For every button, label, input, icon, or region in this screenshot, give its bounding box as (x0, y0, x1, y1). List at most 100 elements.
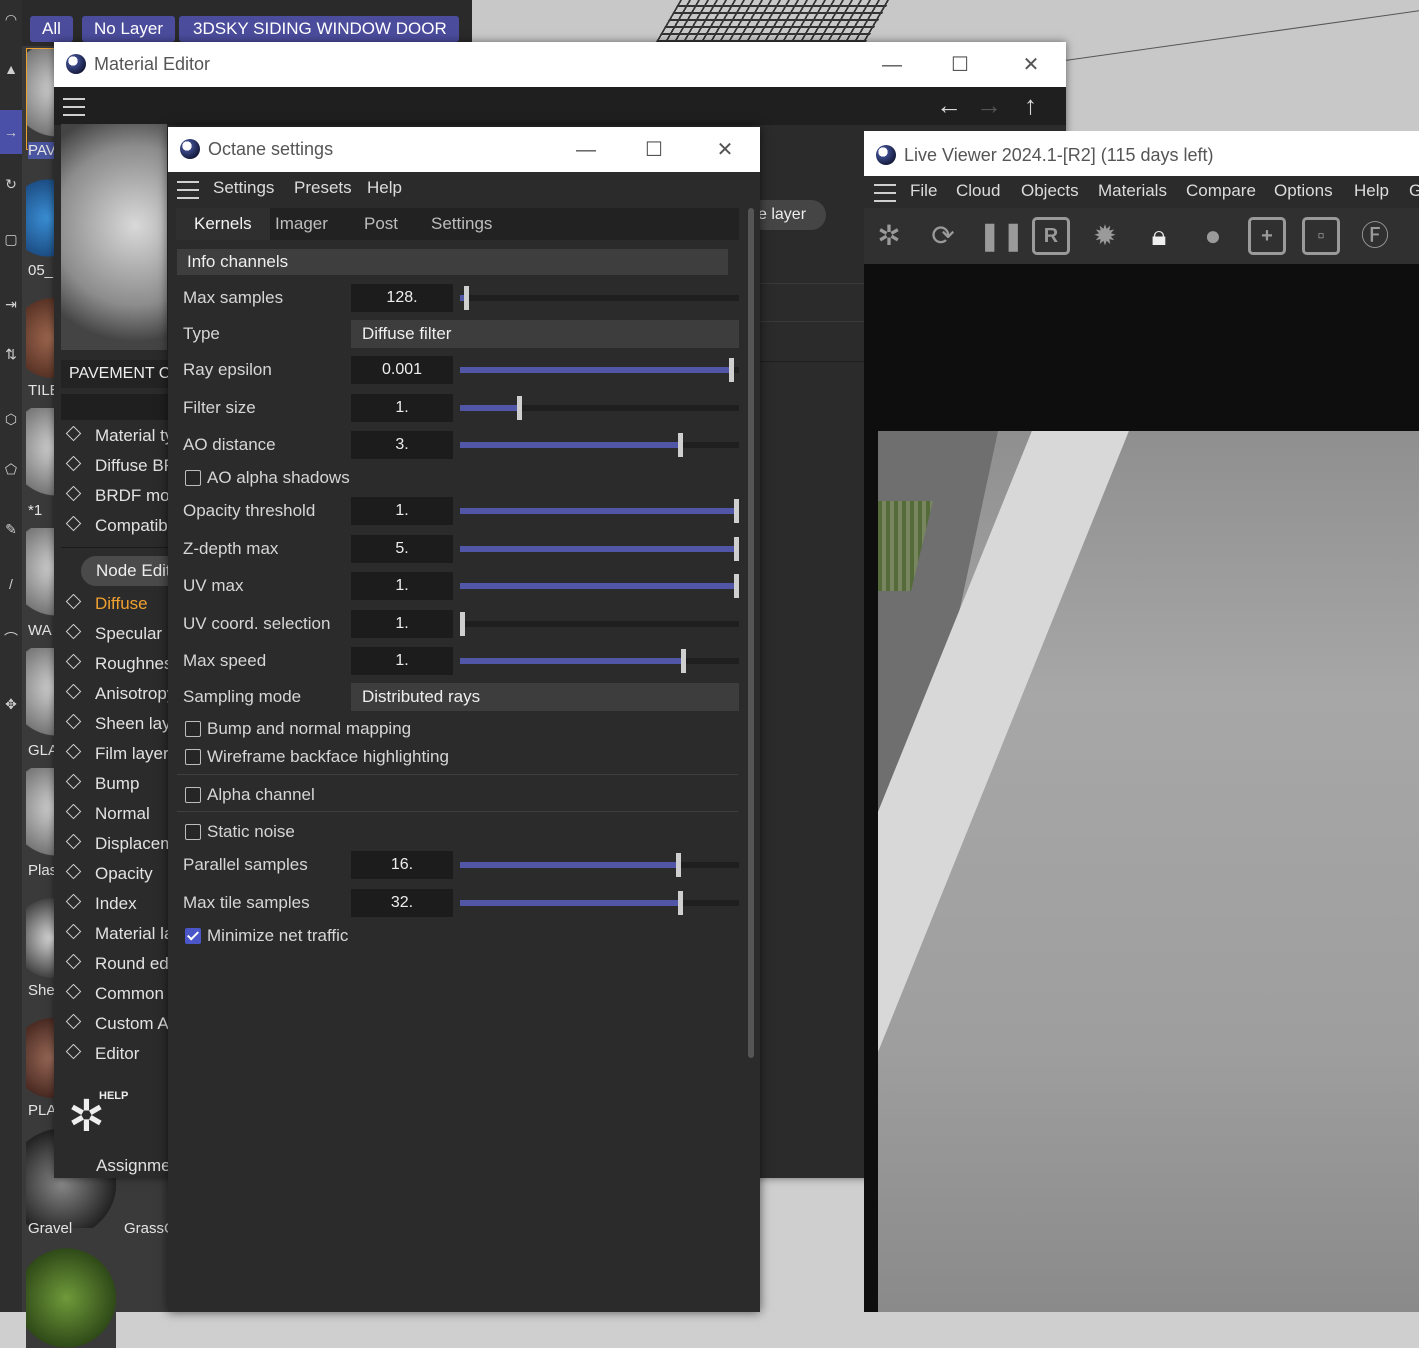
slider-knob[interactable] (678, 433, 684, 457)
channel-item[interactable]: Specular (64, 624, 168, 652)
focus-pin-icon[interactable]: Ⓕ (1356, 217, 1394, 255)
uv-max-slider[interactable] (460, 574, 739, 598)
close-icon[interactable]: ✕ (1011, 50, 1051, 80)
pencil-icon[interactable]: / (2, 575, 20, 593)
channel-item[interactable]: Roughness (64, 654, 168, 682)
scrollbar[interactable] (748, 208, 754, 1058)
minimize-net-checkbox[interactable]: Minimize net traffic (185, 926, 348, 946)
maximize-icon[interactable]: ☐ (940, 50, 980, 80)
pan-icon[interactable]: ✥ (2, 695, 20, 713)
material-search[interactable] (61, 394, 171, 420)
tab-post[interactable]: Post (364, 208, 398, 240)
uv-coord-field[interactable]: 1. (351, 610, 453, 638)
menu-compare[interactable]: Compare (1186, 181, 1256, 201)
static-noise-checkbox[interactable]: Static noise (185, 822, 295, 842)
sampling-mode-dropdown[interactable]: Distributed rays (351, 683, 739, 711)
checkbox-box[interactable] (185, 928, 201, 944)
parallel-samples-field[interactable]: 16. (351, 851, 453, 879)
channel-item[interactable]: Index (64, 894, 168, 922)
opacity-threshold-slider[interactable] (460, 499, 739, 523)
channel-item[interactable]: Displacement (64, 834, 168, 862)
channel-item[interactable]: Round edges (64, 954, 168, 982)
pause-icon[interactable]: ❚❚ (978, 217, 1025, 255)
opacity-threshold-field[interactable]: 1. (351, 497, 453, 525)
menu-overflow[interactable]: G (1409, 181, 1419, 201)
property-item[interactable]: Diffuse BRDF (64, 456, 168, 484)
forward-arrow-icon[interactable]: → (976, 90, 1002, 121)
shape-icon[interactable]: ⬠ (2, 460, 20, 478)
minimize-icon[interactable]: — (566, 135, 606, 165)
arrows-icon[interactable]: ⇅ (2, 345, 20, 363)
menu-icon[interactable] (63, 98, 85, 116)
max-speed-slider[interactable] (460, 649, 739, 673)
octane-logo-icon[interactable]: ✲ (870, 217, 908, 255)
paint-icon[interactable]: ⬡ (2, 410, 20, 428)
zdepth-max-field[interactable]: 5. (351, 535, 453, 563)
slider-knob[interactable] (681, 649, 687, 673)
max-tile-samples-slider[interactable] (460, 891, 739, 915)
slider-knob[interactable] (460, 612, 465, 636)
close-icon[interactable]: ✕ (705, 135, 745, 165)
info-channels-header[interactable]: Info channels (177, 249, 728, 275)
property-item[interactable]: Compatibility (64, 516, 168, 544)
uv-max-field[interactable]: 1. (351, 572, 453, 600)
move-tool-icon[interactable]: → (0, 110, 22, 154)
max-samples-field[interactable]: 128. (351, 284, 453, 312)
ao-distance-slider[interactable] (460, 433, 739, 457)
slider-knob[interactable] (734, 499, 739, 523)
box-icon[interactable]: ▢ (2, 230, 20, 248)
material-thumb[interactable] (26, 1248, 116, 1348)
sphere-icon[interactable]: ● (1194, 217, 1232, 255)
channel-item[interactable]: Opacity (64, 864, 168, 892)
ray-epsilon-field[interactable]: 0.001 (351, 356, 453, 384)
tab-kernels[interactable]: Kernels (176, 208, 270, 240)
region-icon[interactable]: ▫ (1302, 217, 1340, 255)
menu-settings[interactable]: Settings (213, 178, 274, 198)
slider-knob[interactable] (516, 396, 522, 420)
wireframe-checkbox[interactable]: Wireframe backface highlighting (185, 747, 449, 767)
slider-knob[interactable] (728, 358, 734, 382)
ao-alpha-shadows-checkbox[interactable]: AO alpha shadows (185, 468, 350, 488)
up-arrow-icon[interactable]: ↑ (1024, 90, 1037, 121)
gear-icon[interactable]: ✹ (1086, 217, 1124, 255)
channel-item[interactable]: Sheen layer (64, 714, 168, 742)
layer-none-button[interactable]: No Layer (82, 16, 175, 42)
ray-epsilon-slider[interactable] (460, 358, 739, 382)
orbit-icon[interactable]: ◠ (2, 10, 20, 28)
maximize-icon[interactable]: ☐ (634, 135, 674, 165)
help-label[interactable]: HELP (99, 1090, 128, 1102)
parallel-samples-slider[interactable] (460, 853, 739, 877)
menu-help[interactable]: Help (367, 178, 402, 198)
property-item[interactable]: BRDF model (64, 486, 168, 514)
zdepth-max-slider[interactable] (460, 537, 739, 561)
channel-item[interactable]: Material layer (64, 924, 168, 952)
bump-normal-checkbox[interactable]: Bump and normal mapping (185, 719, 411, 739)
menu-icon[interactable] (874, 184, 896, 202)
render-view[interactable] (878, 431, 1419, 1312)
alpha-channel-checkbox[interactable]: Alpha channel (185, 785, 315, 805)
channel-item[interactable]: Film layer (64, 744, 168, 772)
menu-presets[interactable]: Presets (294, 178, 352, 198)
checkbox-box[interactable] (185, 787, 201, 803)
channel-item[interactable]: Diffuse (64, 594, 168, 622)
tab-imager[interactable]: Imager (275, 208, 328, 240)
bucket-icon[interactable]: ✎ (2, 520, 20, 538)
property-item[interactable]: Material type (64, 426, 168, 454)
checkbox-box[interactable] (185, 470, 201, 486)
checkbox-box[interactable] (185, 721, 201, 737)
tape-icon[interactable]: ⌒ (2, 630, 20, 648)
menu-cloud[interactable]: Cloud (956, 181, 1000, 201)
menu-file[interactable]: File (910, 181, 937, 201)
channel-item[interactable]: Editor (64, 1044, 168, 1072)
slider-knob[interactable] (675, 853, 681, 877)
slider-knob[interactable] (678, 891, 684, 915)
max-speed-field[interactable]: 1. (351, 647, 453, 675)
channel-item[interactable]: Common (64, 984, 168, 1012)
filter-size-field[interactable]: 1. (351, 394, 453, 422)
slider-knob[interactable] (734, 537, 739, 561)
material-name[interactable]: PAVEMENT CONCRETE (61, 360, 179, 388)
r-icon[interactable]: R (1032, 217, 1070, 255)
ao-distance-field[interactable]: 3. (351, 431, 453, 459)
channel-item[interactable]: Bump (64, 774, 168, 802)
select-arrow-icon[interactable]: ▲ (2, 60, 20, 78)
